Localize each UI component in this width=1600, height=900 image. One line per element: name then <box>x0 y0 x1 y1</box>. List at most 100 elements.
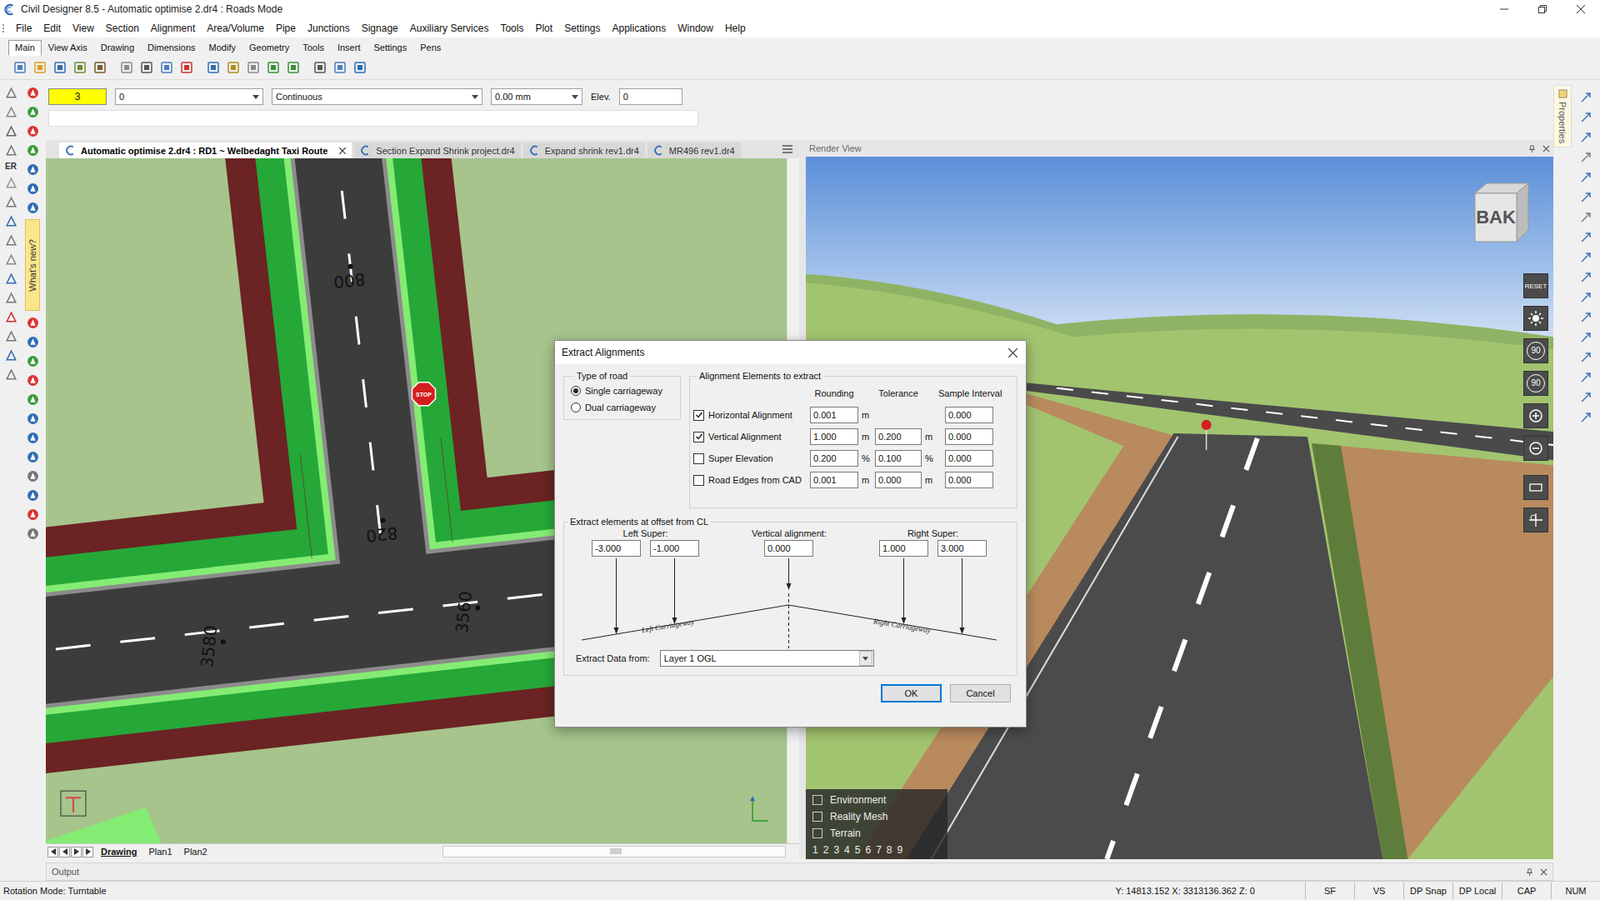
tool-button[interactable] <box>1578 210 1594 225</box>
layer-toggle[interactable]: Reality Mesh <box>812 810 941 823</box>
tool-button[interactable] <box>25 391 40 407</box>
tool-label[interactable]: ER <box>5 161 17 171</box>
properties-tab[interactable]: Properties <box>1553 85 1572 148</box>
menu-item[interactable]: Alignment <box>145 22 201 35</box>
color-field[interactable]: 3 <box>48 88 107 105</box>
tool-button[interactable] <box>1578 170 1594 185</box>
tool-button[interactable] <box>3 85 19 100</box>
element-checkbox[interactable]: Road Edges from CAD <box>693 475 810 486</box>
status-indicator[interactable]: NUM <box>1550 882 1600 900</box>
document-tab[interactable]: MR496 rev1.dr4 <box>647 142 741 159</box>
rotate-button[interactable]: 90 <box>1523 370 1549 396</box>
tool-button[interactable] <box>3 123 19 139</box>
view-preset[interactable]: 2 <box>823 844 830 856</box>
toolbar-button[interactable] <box>311 59 329 76</box>
source-select[interactable]: Layer 1 OGL <box>660 650 875 667</box>
tool-button[interactable] <box>1578 310 1594 325</box>
ribbon-tab[interactable]: Geometry <box>242 40 296 56</box>
menu-item[interactable]: Pipe <box>270 22 302 35</box>
tool-button[interactable] <box>25 353 40 369</box>
tool-button[interactable] <box>1578 330 1594 345</box>
tool-button[interactable] <box>25 449 40 465</box>
road-type-radio[interactable]: Single carriageway <box>570 385 674 396</box>
sheet-nav-button[interactable] <box>59 846 70 858</box>
layer-combo[interactable]: 0 <box>115 88 264 105</box>
tool-button[interactable] <box>3 309 19 325</box>
tool-button[interactable] <box>25 410 40 426</box>
ribbon-tab[interactable]: Main <box>8 40 42 56</box>
sheet-nav-button[interactable] <box>70 846 82 858</box>
toolbar-button[interactable] <box>351 59 369 76</box>
reset-view-button[interactable]: RESET <box>1523 273 1549 299</box>
status-indicator[interactable]: CAP <box>1501 882 1551 900</box>
view-preset[interactable]: 4 <box>844 844 850 856</box>
tool-button[interactable] <box>1578 190 1594 205</box>
menu-item[interactable]: Settings <box>558 22 606 35</box>
command-field[interactable] <box>48 110 699 127</box>
tool-button[interactable] <box>25 142 40 158</box>
tolerance-field[interactable]: 0.100 <box>875 450 922 467</box>
whats-new-tab[interactable]: What's new? <box>25 219 40 311</box>
sample-interval-field[interactable]: 0.000 <box>945 428 994 445</box>
dialog-button[interactable]: Cancel <box>950 684 1011 703</box>
tool-button[interactable] <box>3 347 19 363</box>
menu-item[interactable]: Window <box>671 22 720 35</box>
element-checkbox[interactable]: Vertical Alignment <box>693 431 810 443</box>
tool-button[interactable] <box>3 194 19 210</box>
horizontal-scrollbar[interactable] <box>442 845 786 858</box>
status-indicator[interactable]: DP Snap <box>1403 882 1453 900</box>
tool-button[interactable] <box>25 487 40 503</box>
sheet-tab[interactable]: Plan1 <box>144 845 176 858</box>
dialog-button[interactable]: OK <box>880 684 942 703</box>
tool-button[interactable] <box>3 251 19 267</box>
ribbon-tab[interactable]: Dimensions <box>140 40 202 56</box>
menu-item[interactable]: View <box>66 22 100 35</box>
toolbar-button[interactable] <box>11 59 29 76</box>
rounding-field[interactable]: 0.001 <box>810 406 859 424</box>
status-indicator[interactable]: VS <box>1354 882 1404 900</box>
tab-list-icon[interactable] <box>782 145 793 154</box>
ribbon-tab[interactable]: Modify <box>202 40 243 56</box>
tool-button[interactable] <box>1578 390 1594 405</box>
tool-button[interactable] <box>3 270 19 286</box>
menu-item[interactable]: Junctions <box>301 22 356 35</box>
toolbar-button[interactable] <box>178 59 195 76</box>
tool-button[interactable] <box>1578 270 1594 285</box>
close-icon[interactable] <box>1008 348 1018 358</box>
tolerance-field[interactable]: 0.200 <box>875 428 922 445</box>
document-tab[interactable]: Section Expand Shrink project.dr4 <box>354 142 520 159</box>
sample-interval-field[interactable]: 0.000 <box>945 450 994 467</box>
restore-button[interactable] <box>1523 0 1562 19</box>
menu-item[interactable]: Area/Volume <box>200 22 270 35</box>
tool-button[interactable] <box>1578 370 1594 385</box>
tool-button[interactable] <box>25 123 40 139</box>
sheet-nav-button[interactable] <box>82 846 94 858</box>
left-offset-field[interactable]: -1.000 <box>650 540 700 557</box>
tool-button[interactable] <box>3 213 19 229</box>
tool-button[interactable] <box>1578 250 1594 265</box>
view-preset[interactable]: 9 <box>897 844 904 856</box>
left-offset-field[interactable]: -3.000 <box>591 540 641 557</box>
elevation-field[interactable]: 0 <box>619 88 683 105</box>
menu-item[interactable]: Section <box>100 22 145 35</box>
menu-item[interactable]: Edit <box>37 22 67 35</box>
tool-button[interactable] <box>25 334 40 350</box>
toolbar-button[interactable] <box>245 59 262 76</box>
tool-button[interactable] <box>1578 130 1594 145</box>
tool-button[interactable] <box>25 430 40 445</box>
ribbon-tab[interactable]: View Axis <box>41 40 95 56</box>
menu-item[interactable]: File <box>10 22 38 35</box>
toolbar-button[interactable] <box>331 59 349 76</box>
ribbon-tab[interactable]: Settings <box>366 40 414 56</box>
tool-button[interactable] <box>3 232 19 248</box>
tool-button[interactable] <box>25 468 40 484</box>
document-tab[interactable]: Automatic optimise 2.dr4 : RD1 ~ Welbeda… <box>59 142 352 159</box>
lighting-button[interactable] <box>1523 305 1549 331</box>
sample-interval-field[interactable]: 0.000 <box>945 406 994 424</box>
ribbon-tab[interactable]: Insert <box>330 40 368 56</box>
rounding-field[interactable]: 1.000 <box>810 428 859 445</box>
tool-button[interactable] <box>25 506 40 522</box>
menu-item[interactable]: Applications <box>606 22 673 35</box>
tool-button[interactable] <box>1578 90 1594 105</box>
rotate-button[interactable]: 90 <box>1523 338 1549 364</box>
